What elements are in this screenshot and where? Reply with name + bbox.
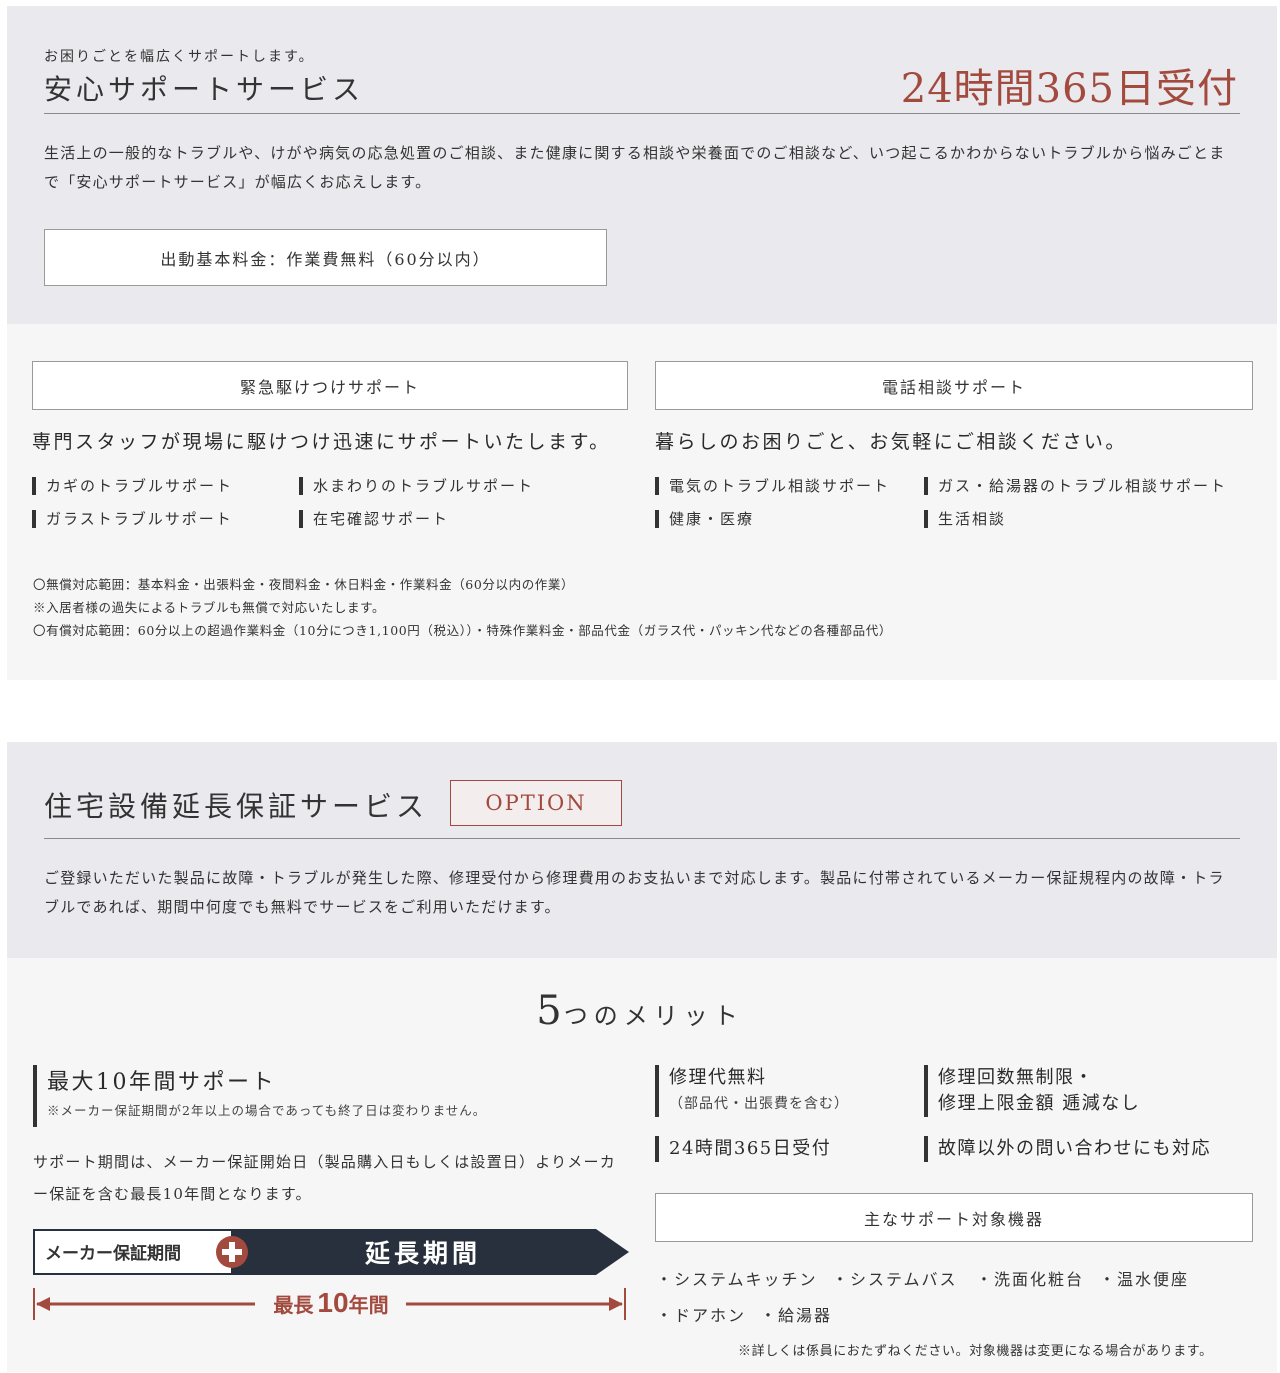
merit-item: 故障以外の問い合わせにも対応 [924, 1136, 1211, 1162]
warranty-title: 住宅設備延長保証サービス [44, 790, 429, 823]
merit-title-line2: 修理上限金額 逓減なし [938, 1093, 1141, 1114]
emergency-item: 水まわりのトラブルサポート [299, 477, 534, 495]
phone-item: 電気のトラブル相談サポート [655, 477, 890, 495]
support-note: 〇有償対応範囲：60分以上の超過作業料金（10分につき1,100円（税込））・特… [33, 623, 892, 638]
merit-item: 修理回数無制限・ 修理上限金額 逓減なし [924, 1065, 1140, 1117]
phone-item: ガス・給湯器のトラブル相談サポート [924, 477, 1227, 495]
support-note: ※入居者様の過失によるトラブルも無償で対応いたします。 [33, 600, 386, 615]
merit-title: 修理代無料 [669, 1067, 767, 1088]
warranty-divider [44, 838, 1240, 839]
support-description: 生活上の一般的なトラブルや、けがや病気の応急処置のご相談、また健康に関する相談や… [44, 144, 1226, 191]
maker-period-label: メーカー保証期間 [45, 1243, 181, 1263]
equipment-item: ・給湯器 [760, 1306, 833, 1325]
fee-box: 出動基本料金：作業費無料（60分以内） [44, 229, 607, 286]
support-title: 安心サポートサービス [44, 73, 365, 106]
merits-number: 5 [536, 988, 564, 1034]
merits-title: 5つのメリット [0, 988, 1280, 1034]
emergency-heading: 緊急駆けつけサポート [32, 361, 628, 410]
equipment-item: ・洗面化粧台 [976, 1270, 1085, 1289]
merit-sub: （部品代・出張費を含む） [669, 1096, 849, 1112]
emergency-item: ガラストラブルサポート [32, 510, 233, 528]
warranty-intro-panel [7, 742, 1277, 958]
main-merit: 最大10年間サポート ※メーカー保証期間が2年以上の場合であっても終了日は変わり… [33, 1065, 486, 1127]
phone-item: 生活相談 [924, 510, 1006, 528]
merit-title: 修理回数無制限・ [938, 1067, 1094, 1088]
support-accent-24h: 24時間365日受付 [900, 66, 1238, 112]
emergency-item: 在宅確認サポート [299, 510, 449, 528]
option-badge: OPTION [450, 780, 622, 826]
equipment-item: ・システムバス [832, 1270, 958, 1289]
support-divider [44, 113, 1240, 114]
equipment-item: ・システムキッチン [656, 1270, 818, 1289]
phone-item: 健康・医療 [655, 510, 754, 528]
phone-lead: 暮らしのお困りごと、お気軽にご相談ください。 [655, 431, 1127, 453]
warranty-description: ご登録いただいた製品に故障・トラブルが発生した際、修理受付から修理費用のお支払い… [44, 869, 1225, 916]
phone-heading: 電話相談サポート [655, 361, 1253, 410]
main-merit-title: 最大10年間サポート [47, 1070, 276, 1095]
equipment-item: ・温水便座 [1099, 1270, 1190, 1289]
equipment-item: ・ドアホン [656, 1306, 747, 1325]
merit-item: 修理代無料 （部品代・出張費を含む） [655, 1065, 849, 1117]
emergency-item: カギのトラブルサポート [32, 477, 233, 495]
equipment-heading: 主なサポート対象機器 [655, 1193, 1253, 1242]
merit-item: 24時間365日受付 [655, 1136, 831, 1162]
support-note: 〇無償対応範囲：基本料金・出張料金・夜間料金・休日料金・作業料金（60分以内の作… [33, 577, 575, 592]
support-subtitle: お困りごとを幅広くサポートします。 [44, 49, 315, 65]
max-period-label: 最長 10年間 [273, 1287, 388, 1318]
warranty-period-diagram: メーカー保証期間 延長期間 最長 10年間 [33, 1229, 629, 1320]
merits-suffix: つのメリット [563, 1002, 744, 1030]
period-text: サポート期間は、メーカー保証開始日（製品購入日もしくは設置日）よりメーカー保証を… [33, 1153, 616, 1203]
main-merit-note: ※メーカー保証期間が2年以上の場合であっても終了日は変わりません。 [47, 1103, 487, 1118]
extended-period-label: 延長期間 [364, 1240, 481, 1268]
equipment-note: ※詳しくは係員におたずねください。対象機器は変更になる場合があります。 [738, 1344, 1213, 1359]
emergency-lead: 専門スタッフが現場に駆けつけ迅速にサポートいたします。 [32, 431, 611, 453]
